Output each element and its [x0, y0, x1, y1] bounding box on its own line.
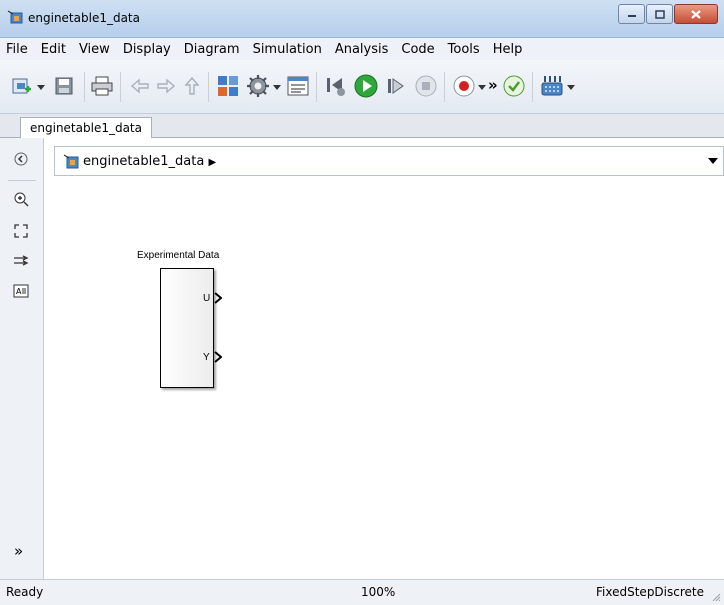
- config-params-button[interactable]: [246, 74, 270, 98]
- port-label-u: U: [203, 293, 211, 304]
- forward-button[interactable]: [154, 74, 178, 98]
- menu-display[interactable]: Display: [123, 42, 171, 57]
- hide-browser-button[interactable]: [12, 150, 30, 168]
- maximize-icon: [654, 9, 665, 19]
- menu-view[interactable]: View: [79, 42, 110, 57]
- simulink-model-icon: [7, 10, 23, 24]
- model-tab-strip: enginetable1_data: [0, 114, 724, 138]
- new-model-button[interactable]: [10, 74, 34, 98]
- stop-icon: [415, 75, 437, 97]
- resize-grip-icon[interactable]: [711, 592, 721, 602]
- menu-tools[interactable]: Tools: [448, 42, 480, 57]
- menu-diagram[interactable]: Diagram: [184, 42, 240, 57]
- save-icon: [55, 77, 73, 95]
- chevron-down-icon[interactable]: [707, 156, 719, 166]
- output-port-u-icon[interactable]: [214, 292, 222, 304]
- toolbar: »: [0, 60, 724, 114]
- breadcrumb-model[interactable]: enginetable1_data: [83, 154, 204, 169]
- experimental-data-block[interactable]: U Y: [160, 268, 214, 388]
- breadcrumb: enginetable1_data ▶: [83, 154, 216, 169]
- back-icon: [130, 78, 149, 94]
- model-canvas[interactable]: [45, 177, 724, 579]
- step-forward-button[interactable]: [384, 74, 408, 98]
- record-icon: [453, 75, 475, 97]
- build-button[interactable]: [540, 74, 564, 98]
- minimize-button[interactable]: [618, 4, 645, 24]
- build-dropdown-icon[interactable]: [566, 82, 576, 92]
- menu-edit[interactable]: Edit: [41, 42, 66, 57]
- new-model-dropdown-icon[interactable]: [36, 82, 46, 92]
- check-icon: [503, 75, 525, 97]
- block-name-label: Experimental Data: [137, 250, 220, 261]
- close-icon: [691, 9, 701, 19]
- build-icon: [541, 76, 563, 96]
- output-port-y-icon[interactable]: [214, 351, 222, 363]
- model-explorer-icon: [287, 76, 309, 96]
- route-lines-icon: [14, 255, 29, 266]
- record-button[interactable]: [452, 74, 476, 98]
- status-bar: Ready 100% FixedStepDiscrete: [0, 579, 724, 605]
- step-back-button[interactable]: [324, 74, 348, 98]
- expand-icon[interactable]: »: [14, 542, 23, 560]
- library-browser-icon: [218, 76, 238, 96]
- fit-view-button[interactable]: [12, 222, 30, 240]
- stop-button[interactable]: [414, 74, 438, 98]
- fit-view-icon: [14, 224, 28, 238]
- run-button[interactable]: [354, 74, 378, 98]
- status-state: Ready: [6, 585, 44, 599]
- zoom-in-icon: [14, 192, 29, 207]
- model-explorer-button[interactable]: [286, 74, 310, 98]
- menu-file[interactable]: File: [6, 42, 28, 57]
- window-title: enginetable1_data: [28, 11, 140, 25]
- run-icon: [354, 74, 378, 98]
- back-button[interactable]: [128, 74, 152, 98]
- menu-simulation[interactable]: Simulation: [253, 42, 322, 57]
- annotation-icon: A: [13, 284, 29, 298]
- svg-text:A: A: [16, 287, 22, 296]
- left-palette: A »: [0, 138, 44, 579]
- minimize-icon: [627, 15, 636, 17]
- config-params-icon: [247, 75, 269, 97]
- address-bar[interactable]: enginetable1_data ▶: [54, 146, 724, 176]
- zoom-in-button[interactable]: [12, 190, 30, 208]
- status-solver[interactable]: FixedStepDiscrete: [596, 585, 704, 599]
- port-label-y: Y: [203, 352, 210, 363]
- step-forward-icon: [388, 78, 404, 94]
- record-dropdown-icon[interactable]: [477, 82, 487, 92]
- step-back-icon: [327, 78, 345, 96]
- menu-analysis[interactable]: Analysis: [335, 42, 389, 57]
- menu-help[interactable]: Help: [493, 42, 523, 57]
- menu-code[interactable]: Code: [401, 42, 434, 57]
- print-icon: [91, 76, 113, 96]
- model-icon: [63, 154, 79, 169]
- title-bar[interactable]: enginetable1_data: [0, 0, 724, 38]
- toolbar-overflow-icon[interactable]: »: [488, 76, 498, 94]
- breadcrumb-arrow-icon[interactable]: ▶: [208, 157, 216, 168]
- print-button[interactable]: [90, 74, 114, 98]
- up-icon: [184, 76, 200, 95]
- library-browser-button[interactable]: [216, 74, 240, 98]
- config-params-dropdown-icon[interactable]: [272, 82, 282, 92]
- hide-browser-icon: [14, 152, 28, 166]
- close-button[interactable]: [674, 4, 718, 24]
- forward-icon: [157, 78, 176, 94]
- status-zoom: 100%: [361, 585, 396, 599]
- save-button[interactable]: [52, 74, 76, 98]
- tab-enginetable1-data[interactable]: enginetable1_data: [20, 117, 152, 138]
- annotation-button[interactable]: A: [12, 282, 30, 300]
- route-lines-button[interactable]: [12, 252, 30, 270]
- check-button[interactable]: [502, 74, 526, 98]
- maximize-button[interactable]: [646, 4, 673, 24]
- new-model-icon: [12, 78, 31, 94]
- up-button[interactable]: [180, 74, 204, 98]
- menu-bar: File Edit View Display Diagram Simulatio…: [0, 38, 724, 60]
